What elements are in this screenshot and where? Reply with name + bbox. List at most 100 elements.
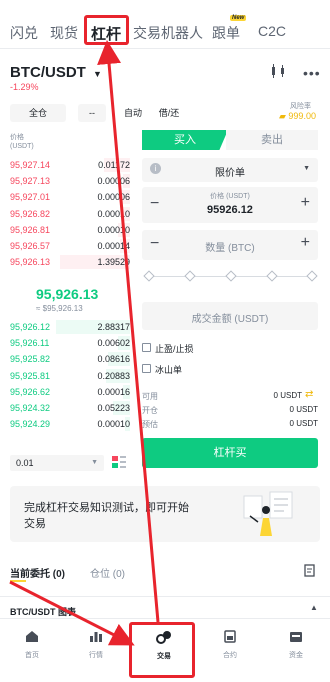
iceberg-checkbox[interactable] — [142, 364, 151, 373]
pair-selector[interactable]: BTC/USDT ▼ — [10, 64, 102, 81]
orderbook-price: 95,926.11 — [10, 338, 50, 349]
orderbook-row[interactable]: 95,924.29 0.00010 — [10, 416, 130, 432]
nav-markets[interactable]: 行情 — [76, 630, 116, 660]
orderbook-price: 95,926.81 — [10, 224, 51, 235]
slider-mark-50[interactable] — [225, 270, 237, 282]
nav-home[interactable]: 首页 — [12, 630, 52, 660]
orderbook-qty: 0.00014 — [97, 241, 130, 251]
home-icon — [26, 631, 38, 642]
nav-futures[interactable]: 合约 — [210, 630, 250, 660]
orderbook-price: 95,927.01 — [10, 192, 51, 203]
quantity-placeholder: 数量 (BTC) — [205, 243, 255, 254]
margin-buy-button[interactable]: 杠杆买 — [142, 438, 318, 468]
orderbook-qty: 0.00010 — [97, 419, 130, 430]
auto-mode-select[interactable]: 自动 — [120, 104, 146, 122]
highlight-margin-tab — [84, 15, 129, 45]
caret-down-icon: ▼ — [93, 69, 102, 79]
orderbook-row[interactable]: 95,924.32 0.05223 — [10, 400, 130, 416]
depth-select[interactable]: 0.01 ▼ — [10, 455, 104, 471]
risk-icon: ▰ — [279, 111, 289, 121]
orderbook-qty: 0.20883 — [97, 370, 130, 381]
orderbook-row[interactable]: 95,926.62 0.00016 — [10, 384, 130, 400]
chevron-up-icon[interactable]: ▲ — [310, 603, 318, 612]
orderbook-row[interactable]: 95,926.12 2.88317 — [10, 319, 130, 335]
tab-flash-swap[interactable]: 闪兑 — [10, 23, 38, 43]
pair-chart-toggle[interactable]: BTC/USDT 图表 — [10, 605, 76, 618]
open-value: 0 USDT — [289, 405, 318, 414]
orderbook-row[interactable]: 95,926.11 0.00602 — [10, 335, 130, 351]
orderbook-row[interactable]: 95,925.81 0.20883 — [10, 368, 130, 384]
sell-tab[interactable]: 卖出 — [226, 130, 318, 150]
tab-spot[interactable]: 现货 — [50, 23, 78, 43]
orderbook-qty: 0.00016 — [97, 386, 130, 397]
orderbook-layout-icon[interactable] — [112, 455, 126, 469]
tab-underline — [10, 580, 26, 582]
buy-tab[interactable]: 买入 — [142, 130, 228, 150]
margin-mode-select[interactable]: 全仓 — [10, 104, 66, 122]
candlestick-chart-icon[interactable] — [270, 64, 286, 78]
orderbook-qty: 0.01172 — [98, 160, 130, 170]
increase-price-button[interactable]: + — [301, 194, 310, 212]
nav-assets[interactable]: 资金 — [276, 630, 316, 660]
nav-assets-label: 资金 — [289, 652, 303, 659]
increase-qty-button[interactable]: + — [301, 234, 310, 252]
orderbook-row[interactable]: 95,927.14 0.01172 — [10, 157, 130, 173]
orderbook-price: 95,925.82 — [10, 354, 51, 365]
highlight-trade-nav — [129, 622, 195, 678]
section-divider — [0, 596, 330, 597]
tab-open-orders[interactable]: 当前委托 (0) — [10, 565, 65, 580]
depth-value: 0.01 — [16, 458, 34, 468]
price-input[interactable]: − 价格 (USDT) 95926.12 + — [142, 187, 318, 223]
more-options-icon[interactable]: ••• — [303, 65, 321, 81]
slider-handle[interactable] — [143, 270, 155, 282]
tp-sl-checkbox[interactable] — [142, 343, 151, 352]
orderbook-row[interactable]: 95,927.13 0.00006 — [10, 173, 130, 189]
orderbook-price: 95,927.13 — [10, 176, 51, 187]
fee-label: 预估 — [142, 420, 158, 429]
wallet-icon — [290, 632, 302, 642]
pair-change: -1.29% — [10, 82, 39, 92]
transfer-icon[interactable]: ⇄ — [305, 389, 313, 400]
slider-mark-75[interactable] — [266, 270, 278, 282]
orderbook-row[interactable]: 95,926.13 1.39529 — [10, 254, 130, 270]
risk-value: ▰ 999.00 — [279, 111, 316, 122]
orderbook-row[interactable]: 95,925.82 0.08616 — [10, 351, 130, 367]
orderbook-price: 95,927.14 — [10, 160, 51, 170]
orderbook-price: 95,926.62 — [10, 386, 51, 397]
slider-mark-25[interactable] — [184, 270, 196, 282]
leverage-select[interactable]: -- — [78, 104, 106, 122]
orderbook-row[interactable]: 95,927.01 0.00006 — [10, 189, 130, 205]
orderbook-header: 价格 (USDT) — [10, 133, 34, 151]
mid-price-ref: ≈ $95,926.13 — [36, 304, 83, 313]
quiz-illustration — [243, 491, 293, 536]
orderbook-price: 95,926.57 — [10, 241, 51, 251]
order-history-icon[interactable] — [304, 564, 316, 577]
tab-trading-bots[interactable]: 交易机器人 — [133, 23, 203, 43]
orderbook-qty: 0.00010 — [97, 208, 130, 219]
available-label: 可用 — [142, 392, 158, 401]
orderbook-price: 95,924.32 — [10, 403, 51, 413]
quantity-input[interactable]: − 数量 (BTC) + — [142, 230, 318, 260]
order-type-select[interactable]: i 限价单 ▼ — [142, 158, 318, 182]
risk-number: 999.00 — [288, 111, 316, 121]
futures-icon — [224, 630, 236, 643]
orderbook-row[interactable]: 95,926.82 0.00010 — [10, 206, 130, 222]
tab-c2c[interactable]: C2C — [258, 23, 286, 39]
orderbook-qty: 0.00006 — [97, 192, 130, 203]
orderbook-row[interactable]: 95,926.81 0.00010 — [10, 222, 130, 238]
amount-placeholder: 成交金额 (USDT) — [191, 314, 269, 325]
amount-input[interactable]: 成交金额 (USDT) — [142, 302, 318, 330]
orderbook-qty: 0.00006 — [97, 176, 130, 187]
risk-label: 风险率 — [290, 103, 311, 110]
orderbook-price: 95,925.81 — [10, 370, 51, 381]
tab-copy-trading[interactable]: 跟单 — [212, 23, 240, 43]
nav-home-label: 首页 — [25, 652, 39, 659]
tp-sl-label: 止盈/止损 — [155, 344, 194, 354]
tab-positions[interactable]: 仓位 (0) — [90, 565, 125, 580]
mid-price[interactable]: 95,926.13 — [36, 286, 98, 302]
slider-mark-100[interactable] — [306, 270, 318, 282]
price-header: 价格 — [10, 134, 24, 141]
borrow-repay-button[interactable]: 借/还 — [152, 104, 186, 122]
orderbook-price: 95,926.12 — [10, 322, 51, 332]
orderbook-row[interactable]: 95,926.57 0.00014 — [10, 238, 130, 254]
